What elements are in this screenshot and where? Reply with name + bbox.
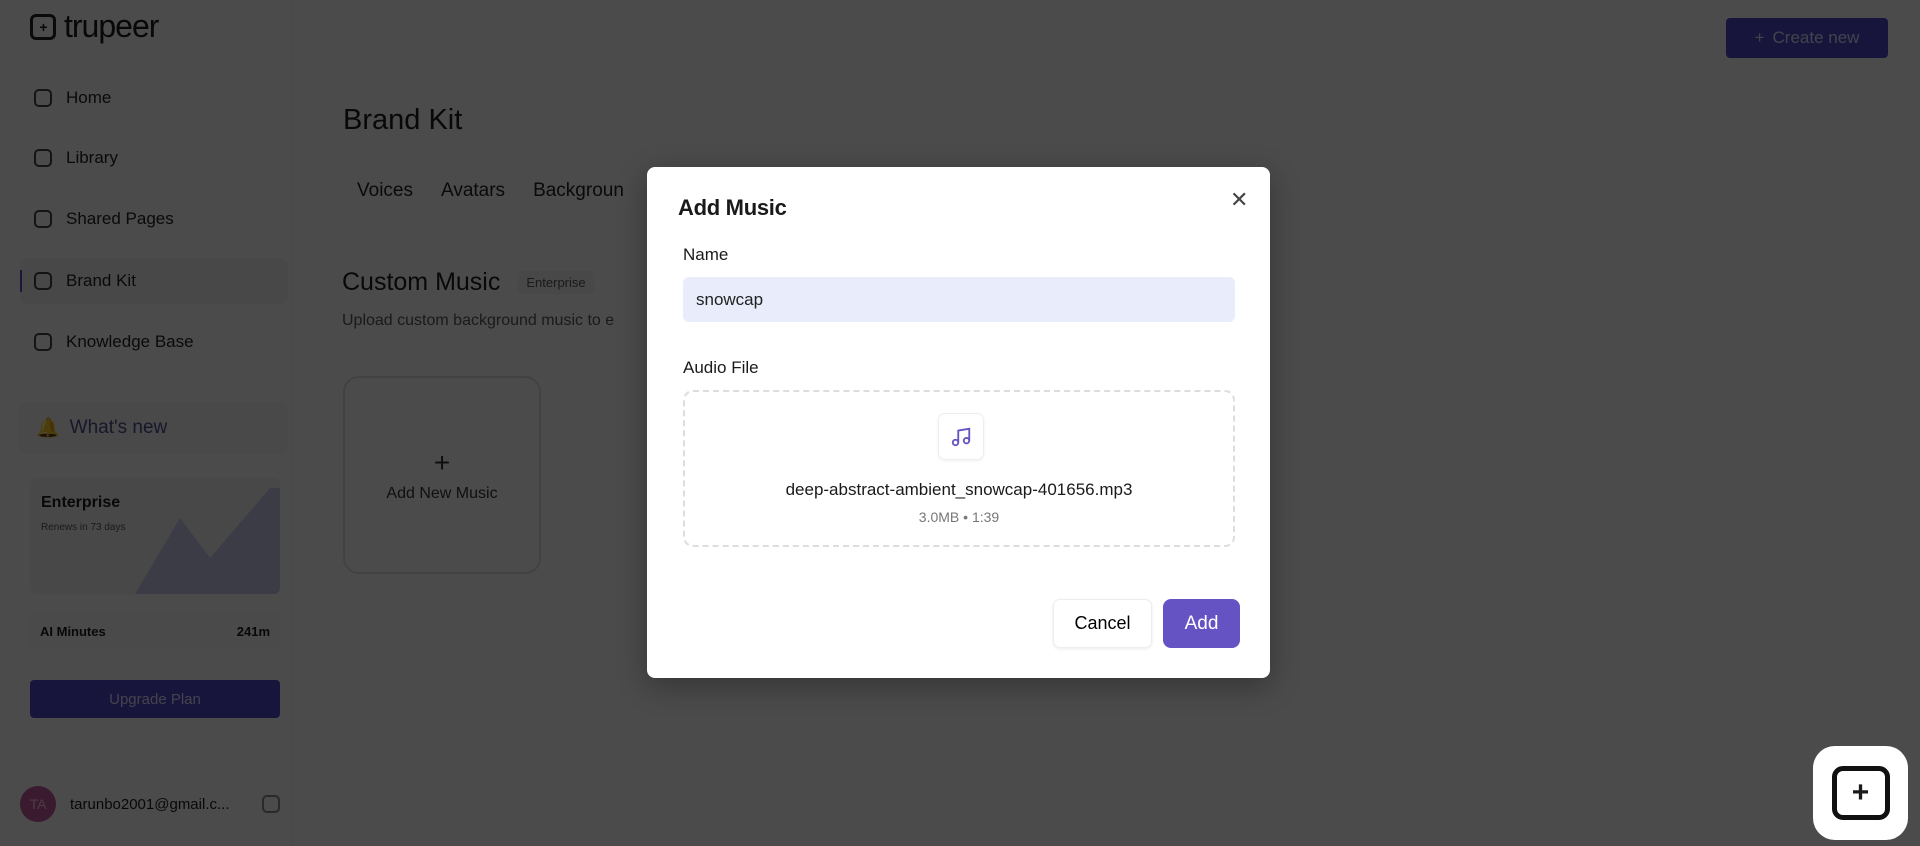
music-note-icon	[938, 413, 984, 460]
tab-avatars[interactable]: Avatars	[441, 180, 505, 202]
add-button[interactable]: Add	[1163, 599, 1240, 648]
settings-icon[interactable]	[261, 795, 280, 813]
library-icon	[34, 149, 52, 167]
sidebar-item-shared-pages[interactable]: Shared Pages	[20, 196, 288, 242]
logo[interactable]: + trupeer	[30, 8, 159, 45]
sidebar-item-home[interactable]: Home	[20, 75, 288, 121]
tabs: Voices Avatars Backgroun	[357, 180, 624, 202]
nav-label: Brand Kit	[66, 271, 136, 290]
nav-label: Home	[66, 88, 112, 107]
plan-card: Enterprise Renews in 73 days	[30, 478, 280, 594]
plus-icon: +	[1754, 28, 1765, 47]
add-music-dialog: Add Music ✕ Name Audio File deep-abstrac…	[647, 167, 1270, 678]
whats-new-button[interactable]: 🔔 What's new	[18, 402, 288, 454]
add-new-music-label: Add New Music	[386, 485, 498, 502]
upgrade-plan-button[interactable]: Upgrade Plan	[30, 680, 280, 718]
audio-file-label: Audio File	[683, 358, 759, 377]
tab-voices[interactable]: Voices	[357, 180, 413, 202]
tab-background[interactable]: Backgroun	[533, 180, 624, 202]
dialog-title: Add Music	[678, 195, 787, 220]
create-new-button[interactable]: + Create new	[1726, 18, 1888, 58]
sidebar-item-knowledge-base[interactable]: Knowledge Base	[20, 319, 288, 365]
brand-kit-icon	[34, 272, 52, 290]
plan-renews: Renews in 73 days	[41, 522, 126, 533]
sidebar: + trupeer Home Library Shared Pages Brand…	[0, 0, 292, 846]
layers-icon	[34, 210, 52, 228]
logo-icon: +	[30, 13, 56, 40]
name-label: Name	[683, 245, 729, 264]
section-title-text: Custom Music	[342, 268, 501, 296]
nav-label: Library	[66, 148, 118, 167]
sidebar-item-brand-kit[interactable]: Brand Kit	[20, 258, 288, 304]
ai-minutes-row: AI Minutes 241m	[30, 614, 280, 648]
plan-name: Enterprise	[41, 494, 121, 511]
whats-new-label: What's new	[69, 417, 168, 438]
name-input[interactable]	[683, 277, 1235, 322]
plus-square-icon: +	[1831, 766, 1890, 820]
floating-action-button[interactable]: +	[1813, 746, 1908, 840]
ai-minutes-value: 241m	[236, 623, 270, 639]
user-email: tarunbo2001@gmail.c...	[70, 795, 230, 813]
file-name: deep-abstract-ambient_snowcap-401656.mp3	[785, 480, 1133, 499]
close-icon[interactable]: ✕	[1230, 187, 1248, 213]
ai-minutes-label: AI Minutes	[40, 623, 106, 639]
nav-label: Shared Pages	[66, 209, 174, 228]
section-title: Custom Music Enterprise	[342, 268, 594, 297]
plus-icon: +	[433, 447, 451, 478]
avatar: TA	[20, 786, 56, 822]
folder-icon	[34, 333, 52, 351]
create-new-label: Create new	[1772, 28, 1860, 47]
section-subtitle: Upload custom background music to e	[342, 312, 615, 329]
file-meta: 3.0MB • 1:39	[918, 509, 1000, 525]
cancel-button[interactable]: Cancel	[1053, 599, 1152, 648]
logo-text: trupeer	[64, 8, 159, 44]
user-row[interactable]: TA tarunbo2001@gmail.c...	[20, 786, 280, 822]
enterprise-badge: Enterprise	[518, 271, 594, 294]
add-new-music-card[interactable]: + Add New Music	[343, 376, 541, 574]
audio-dropzone[interactable]: deep-abstract-ambient_snowcap-401656.mp3…	[683, 390, 1235, 547]
sidebar-item-library[interactable]: Library	[20, 135, 288, 181]
page-title: Brand Kit	[343, 104, 463, 136]
nav-label: Knowledge Base	[66, 332, 194, 351]
bell-icon: 🔔	[36, 418, 60, 439]
home-icon	[34, 89, 52, 107]
